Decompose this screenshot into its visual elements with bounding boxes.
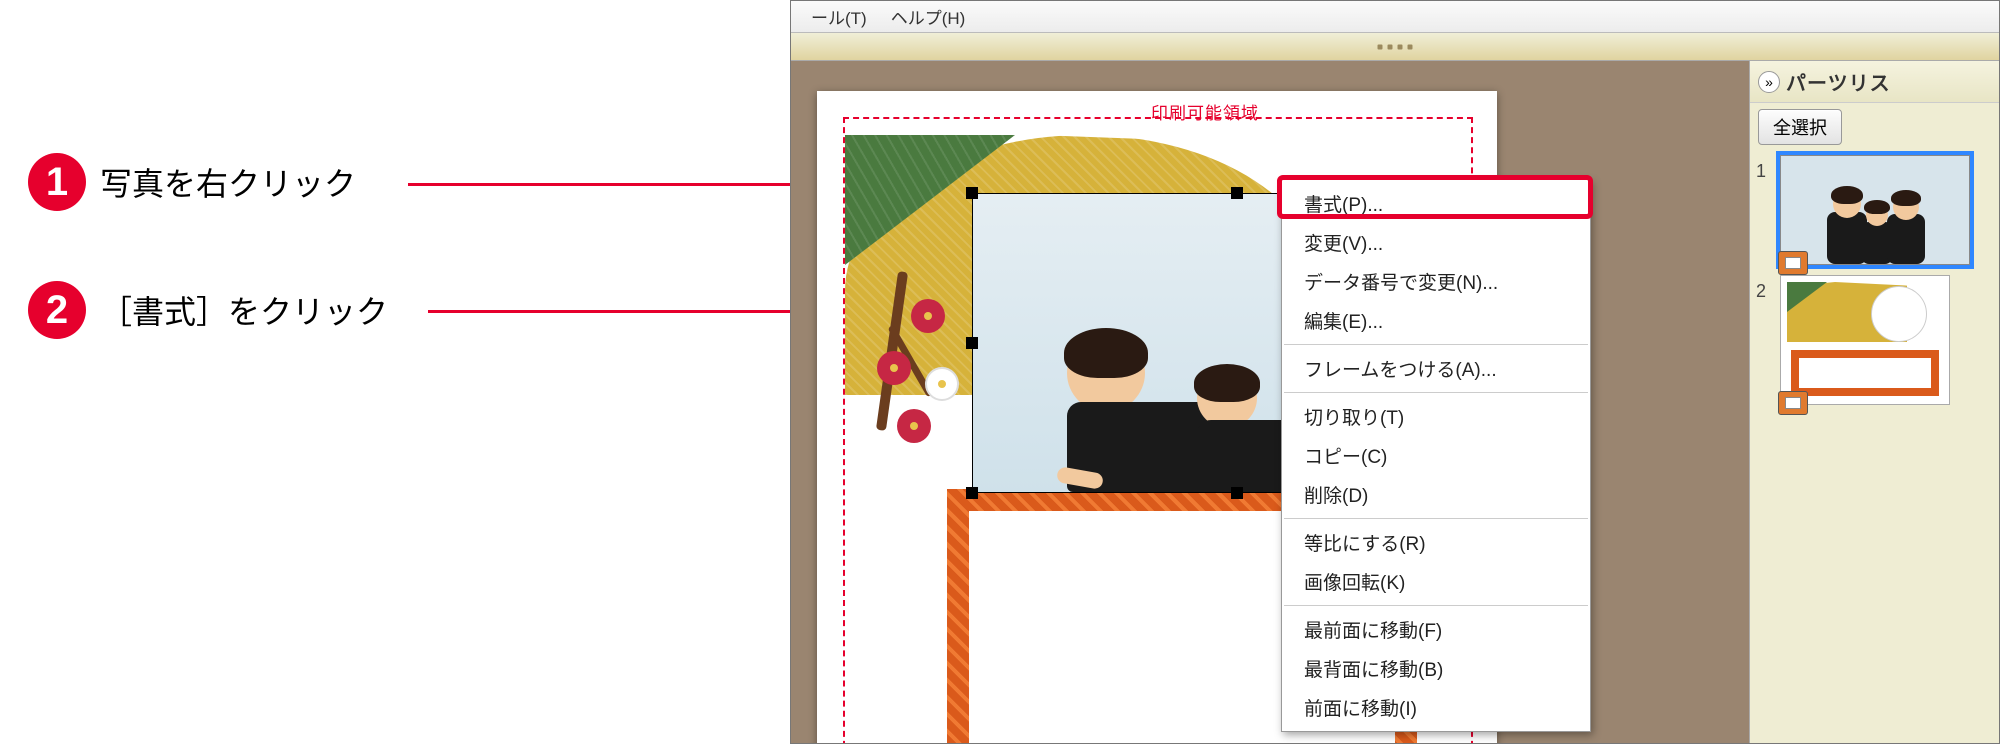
canvas-area[interactable]: 印刷可能領域 書式(P)... 変更(V)... データ番号で変更(N)... … (791, 61, 1749, 743)
ctx-edit[interactable]: 編集(E)... (1282, 301, 1590, 340)
context-menu: 書式(P)... 変更(V)... データ番号で変更(N)... 編集(E)..… (1281, 179, 1591, 732)
handle-tm[interactable] (1231, 187, 1243, 199)
ctx-change[interactable]: 変更(V)... (1282, 223, 1590, 262)
ctx-add-frame[interactable]: フレームをつける(A)... (1282, 349, 1590, 388)
collapse-icon[interactable]: » (1758, 71, 1780, 93)
ctx-separator (1284, 605, 1588, 606)
ctx-separator (1284, 344, 1588, 345)
ctx-bring-front[interactable]: 最前面に移動(F) (1282, 610, 1590, 649)
callout-step-2: 2 ［書式］をクリック (28, 281, 388, 339)
workspace: 印刷可能領域 書式(P)... 変更(V)... データ番号で変更(N)... … (791, 61, 1999, 743)
menu-help[interactable]: ヘルプ(H) (879, 0, 978, 33)
handle-tl[interactable] (966, 187, 978, 199)
ctx-forward[interactable]: 前面に移動(I) (1282, 688, 1590, 727)
photo-child-left (1067, 334, 1217, 492)
app-window: ール(T) ヘルプ(H) (790, 0, 2000, 744)
ctx-separator (1284, 518, 1588, 519)
step-text-1: 写真を右クリック (100, 159, 356, 205)
select-all-button[interactable]: 全選択 (1758, 109, 1842, 145)
printable-area-label: 印刷可能領域 (1151, 99, 1259, 124)
parts-list-title: パーツリス (1786, 67, 1891, 96)
parts-list-item-2[interactable]: 2 (1756, 275, 1993, 405)
toolbar-grip-icon (1378, 44, 1413, 49)
parts-list-item-1[interactable]: 1 (1756, 155, 1993, 265)
ctx-delete[interactable]: 削除(D) (1282, 475, 1590, 514)
step-badge-2: 2 (28, 281, 86, 339)
image-type-icon (1778, 391, 1808, 415)
parts-thumbnail-photo[interactable] (1780, 155, 1970, 265)
step-text-2: ［書式］をクリック (100, 287, 388, 333)
parts-item-number: 1 (1756, 155, 1774, 182)
ctx-send-back[interactable]: 最背面に移動(B) (1282, 649, 1590, 688)
parts-list: 1 (1750, 151, 1999, 419)
handle-bm[interactable] (1231, 487, 1243, 499)
ctx-rotate[interactable]: 画像回転(K) (1282, 562, 1590, 601)
parts-list-panel: » パーツリス 全選択 1 (1749, 61, 1999, 743)
menu-tool[interactable]: ール(T) (799, 0, 879, 33)
image-type-icon (1778, 251, 1808, 275)
parts-item-number: 2 (1756, 275, 1774, 302)
ctx-separator (1284, 392, 1588, 393)
ctx-cut[interactable]: 切り取り(T) (1282, 397, 1590, 436)
menubar: ール(T) ヘルプ(H) (791, 1, 1999, 33)
parts-list-header: » パーツリス (1750, 61, 1999, 103)
step-badge-1: 1 (28, 153, 86, 211)
ctx-format[interactable]: 書式(P)... (1282, 184, 1590, 223)
ctx-change-by-number[interactable]: データ番号で変更(N)... (1282, 262, 1590, 301)
handle-bl[interactable] (966, 487, 978, 499)
handle-ml[interactable] (966, 337, 978, 349)
callout-step-1: 1 写真を右クリック (28, 153, 356, 211)
parts-list-toolbar: 全選択 (1750, 103, 1999, 151)
parts-thumbnail-template[interactable] (1780, 275, 1950, 405)
ctx-equal-ratio[interactable]: 等比にする(R) (1282, 523, 1590, 562)
toolbar-strip (791, 33, 1999, 61)
ctx-copy[interactable]: コピー(C) (1282, 436, 1590, 475)
